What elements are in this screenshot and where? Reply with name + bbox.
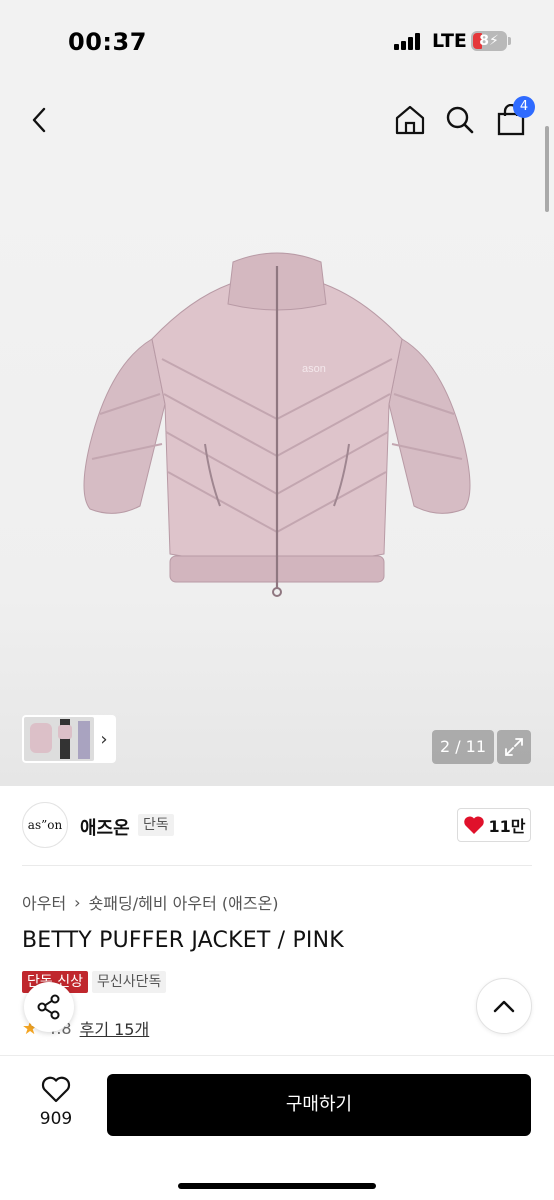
divider <box>22 865 532 866</box>
review-link[interactable]: 후기 15개 <box>80 1016 150 1040</box>
thumbnail-image[interactable] <box>24 717 94 761</box>
brand-row: as”on 애즈온 단독 11만 <box>0 786 554 866</box>
cart-button[interactable]: 4 <box>491 96 535 140</box>
scroll-indicator <box>545 126 549 212</box>
product-title: BETTY PUFFER JACKET / PINK <box>22 928 344 953</box>
heart-outline-icon <box>41 1076 71 1103</box>
home-icon <box>395 105 425 135</box>
brand-logo[interactable]: as”on <box>22 802 68 848</box>
back-button[interactable] <box>20 100 60 140</box>
expand-icon <box>505 738 523 756</box>
thumbnail-strip[interactable]: › <box>22 715 116 763</box>
wishlist-button[interactable]: 909 <box>30 1076 82 1129</box>
network-label: LTE <box>432 30 467 52</box>
image-counter: 2 / 11 <box>432 730 494 764</box>
brand-like-count: 11만 <box>488 817 526 836</box>
chevron-right-icon: › <box>100 728 108 750</box>
home-button[interactable] <box>390 100 430 140</box>
svg-text:ason: ason <box>302 363 326 375</box>
scroll-top-button[interactable] <box>476 978 532 1034</box>
heart-filled-icon <box>463 816 484 834</box>
breadcrumb-category[interactable]: 아우터 <box>22 890 66 914</box>
wishlist-count: 909 <box>39 1109 73 1129</box>
charging-icon: ⚡ <box>488 33 499 49</box>
breadcrumb: 아우터 › 숏패딩/헤비 아우터 (애즈온) <box>22 890 279 914</box>
bottom-action-bar: 909 구매하기 <box>0 1055 554 1200</box>
battery-level: 8 <box>479 33 489 49</box>
share-button[interactable] <box>24 982 74 1032</box>
musinsa-exclusive-tag: 무신사단독 <box>91 971 167 993</box>
signal-icon <box>394 32 424 50</box>
battery-icon: 8⚡ <box>471 31 507 51</box>
brand-name[interactable]: 애즈온 <box>80 814 130 840</box>
battery-tip <box>508 37 511 45</box>
exclusive-tag: 단독 <box>138 814 174 836</box>
chevron-up-icon <box>493 1000 515 1013</box>
buy-button[interactable]: 구매하기 <box>107 1074 531 1136</box>
cart-count-badge: 4 <box>513 96 535 118</box>
status-bar: 00:37 LTE 8⚡ <box>0 0 554 84</box>
status-time: 00:37 <box>68 28 147 56</box>
expand-button[interactable] <box>497 730 531 764</box>
home-indicator <box>178 1183 376 1189</box>
chevron-right-icon: › <box>74 892 81 912</box>
breadcrumb-subcategory[interactable]: 숏패딩/헤비 아우터 (애즈온) <box>89 890 279 914</box>
search-button[interactable] <box>440 100 480 140</box>
product-image: ason <box>83 252 471 597</box>
brand-like-button[interactable]: 11만 <box>457 808 531 842</box>
chevron-left-icon <box>32 107 46 133</box>
top-nav: 4 <box>0 84 554 158</box>
product-gallery[interactable]: ason › 2 / 11 <box>0 158 554 786</box>
share-icon <box>37 994 60 1020</box>
search-icon <box>446 106 474 134</box>
